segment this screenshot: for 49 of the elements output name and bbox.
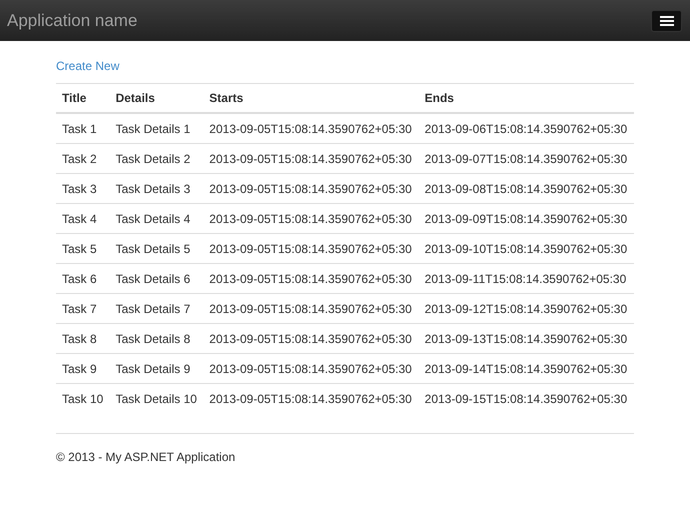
table-cell: Task Details 4 [110, 204, 204, 234]
table-cell: 2013-09-08T15:08:14.3590762+05:30 [418, 174, 634, 204]
table-cell: 2013-09-05T15:08:14.3590762+05:30 [203, 354, 419, 384]
menu-button[interactable] [651, 10, 682, 32]
table-cell: 2013-09-05T15:08:14.3590762+05:30 [203, 234, 419, 264]
table-cell: Task 1 [56, 113, 110, 144]
table-cell: Task Details 2 [110, 144, 204, 174]
table-cell: Task 5 [56, 234, 110, 264]
table-cell: Task 7 [56, 294, 110, 324]
column-header: Starts [203, 84, 419, 113]
table-cell: 2013-09-14T15:08:14.3590762+05:30 [418, 354, 634, 384]
table-cell: Task Details 6 [110, 264, 204, 294]
table-cell: Task Details 1 [110, 113, 204, 144]
menu-icon [660, 16, 674, 26]
table-cell: Task 9 [56, 354, 110, 384]
table-cell: 2013-09-10T15:08:14.3590762+05:30 [418, 234, 634, 264]
table-cell: 2013-09-05T15:08:14.3590762+05:30 [203, 264, 419, 294]
table-cell: Task Details 8 [110, 324, 204, 354]
table-cell: 2013-09-11T15:08:14.3590762+05:30 [418, 264, 634, 294]
table-cell: Task 4 [56, 204, 110, 234]
table-cell: 2013-09-09T15:08:14.3590762+05:30 [418, 204, 634, 234]
table-cell: 2013-09-07T15:08:14.3590762+05:30 [418, 144, 634, 174]
table-cell: 2013-09-13T15:08:14.3590762+05:30 [418, 324, 634, 354]
app-title[interactable]: Application name [7, 10, 138, 30]
column-header: Title [56, 84, 110, 113]
table-cell: 2013-09-05T15:08:14.3590762+05:30 [203, 113, 419, 144]
table-cell: Task 3 [56, 174, 110, 204]
table-cell: Task Details 3 [110, 174, 204, 204]
column-header: Details [110, 84, 204, 113]
table-cell: Task Details 5 [110, 234, 204, 264]
column-header: Ends [418, 84, 634, 113]
table-cell: Task 6 [56, 264, 110, 294]
table-cell: Task Details 9 [110, 354, 204, 384]
table-cell: Task 2 [56, 144, 110, 174]
table-cell: Task Details 7 [110, 294, 204, 324]
table-cell: Task 8 [56, 324, 110, 354]
table-cell: 2013-09-05T15:08:14.3590762+05:30 [203, 204, 419, 234]
table-cell: 2013-09-05T15:08:14.3590762+05:30 [203, 174, 419, 204]
table-cell: Task 10 [56, 384, 110, 413]
table-cell: 2013-09-06T15:08:14.3590762+05:30 [418, 113, 634, 144]
table-cell: 2013-09-12T15:08:14.3590762+05:30 [418, 294, 634, 324]
table-cell: 2013-09-15T15:08:14.3590762+05:30 [418, 384, 634, 413]
footer-text: © 2013 - My ASP.NET Application [56, 450, 236, 464]
table-cell: 2013-09-05T15:08:14.3590762+05:30 [203, 144, 419, 174]
table-cell: Task Details 10 [110, 384, 204, 413]
table-cell: 2013-09-05T15:08:14.3590762+05:30 [203, 384, 419, 413]
table-cell: 2013-09-05T15:08:14.3590762+05:30 [203, 294, 419, 324]
table-cell: 2013-09-05T15:08:14.3590762+05:30 [203, 324, 419, 354]
create-new-link[interactable]: Create New [56, 59, 120, 73]
